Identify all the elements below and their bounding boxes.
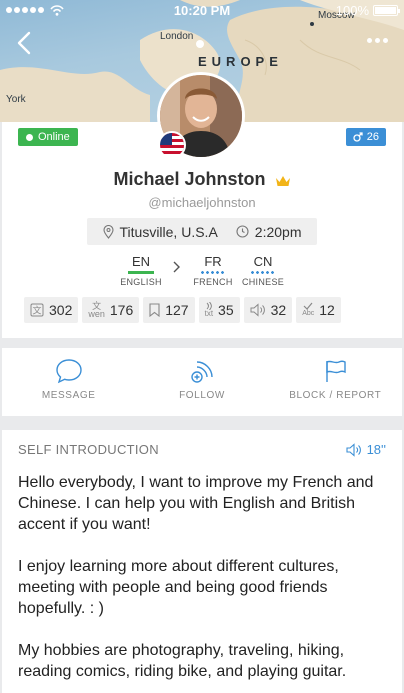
stat-translations[interactable]: 文 302 <box>24 297 79 323</box>
intro-paragraph: My hobbies are photography, traveling, h… <box>18 642 347 680</box>
languages-row: EN ENGLISH FR FRENCH CN CHINESE <box>0 254 404 287</box>
gender-count: 26 <box>366 131 379 143</box>
stat-value: 12 <box>319 302 335 318</box>
flag-icon <box>326 360 347 382</box>
stat-corrections[interactable]: Abc 12 <box>296 297 341 323</box>
crown-icon <box>275 175 290 186</box>
location-item: Titusville, U.S.A <box>102 223 218 240</box>
more-options-icon[interactable] <box>367 38 388 43</box>
stat-value: 32 <box>270 302 287 318</box>
language-code: CN <box>253 254 273 269</box>
stat-bookmarks[interactable]: 127 <box>143 297 195 323</box>
speaker-icon <box>346 442 361 457</box>
language-code: EN <box>131 254 151 269</box>
online-dot-icon <box>26 133 33 141</box>
speech-text-icon: txt <box>205 302 213 318</box>
local-time-text: 2:20pm <box>254 223 302 240</box>
intro-paragraph: Hello everybody, I want to improve my Fr… <box>18 474 374 533</box>
location-pin-icon <box>102 224 114 239</box>
local-time-item: 2:20pm <box>236 223 302 240</box>
map-location-pin <box>196 40 204 48</box>
stats-row: 文 302 文 wen 176 127 txt 35 32 Abc 12 <box>24 297 341 323</box>
speech-text-icon-label: txt <box>204 309 214 318</box>
map-dot-moscow <box>310 22 314 26</box>
block-report-button[interactable]: BLOCK / REPORT <box>269 348 402 416</box>
male-icon <box>353 132 363 142</box>
online-label: Online <box>38 131 70 143</box>
native-language: EN ENGLISH <box>116 254 166 287</box>
correction-icon-label: Abc <box>302 310 315 317</box>
usa-flag-icon <box>158 131 186 159</box>
wen-icon: 文 wen <box>88 302 105 319</box>
message-button[interactable]: MESSAGE <box>2 348 135 416</box>
map-city-york: York <box>6 94 26 105</box>
profile-handle: @michaeljohnston <box>148 195 256 210</box>
status-time: 10:20 PM <box>173 2 231 18</box>
translate-glyph: 文 <box>32 305 41 317</box>
follow-feed-icon <box>191 361 213 383</box>
intro-paragraph: I enjoy learning more about different cu… <box>18 558 339 617</box>
speaker-icon <box>250 303 265 317</box>
follow-button[interactable]: FOLLOW <box>135 348 268 416</box>
profile-actions: MESSAGE FOLLOW BLOCK / REPORT <box>2 348 402 416</box>
self-introduction-section: SELF INTRODUCTION 18'' Hello everybody, … <box>2 430 402 693</box>
stat-text-to-speech[interactable]: txt 35 <box>198 297 240 323</box>
language-code: FR <box>204 254 222 269</box>
stat-transliterations[interactable]: 文 wen 176 <box>82 297 140 323</box>
stat-value: 302 <box>49 302 73 318</box>
location-text: Titusville, U.S.A <box>119 223 218 240</box>
translate-icon: 文 <box>30 303 44 317</box>
clock-icon <box>236 225 249 238</box>
back-arrow-icon[interactable] <box>14 30 38 56</box>
follow-label: FOLLOW <box>179 390 225 401</box>
profile-name: Michael Johnston <box>113 169 266 189</box>
stat-voice[interactable]: 32 <box>243 297 293 323</box>
block-report-label: BLOCK / REPORT <box>289 390 382 401</box>
audio-duration: 18'' <box>366 442 386 457</box>
profile-name-row: Michael Johnston <box>0 169 404 190</box>
correction-icon: Abc <box>302 302 314 318</box>
map-region-label: EUROPE <box>198 54 283 69</box>
stat-value: 35 <box>218 302 234 318</box>
online-status-badge: Online <box>18 128 78 146</box>
intro-text: Hello everybody, I want to improve my Fr… <box>18 472 388 693</box>
stat-value: 176 <box>109 302 134 318</box>
learning-level-bar <box>250 271 276 274</box>
battery-icon <box>373 4 400 16</box>
stat-value: 127 <box>165 302 189 318</box>
section-heading: SELF INTRODUCTION <box>18 442 159 457</box>
gender-badge: 26 <box>345 128 386 146</box>
map-city-london: London <box>160 31 194 42</box>
learning-level-bar <box>200 271 226 274</box>
status-bar: 10:20 PM 100% <box>0 0 404 20</box>
chevron-right-icon <box>166 254 188 278</box>
wen-icon-label: wen <box>88 309 105 319</box>
language-name: FRENCH <box>193 277 233 287</box>
learning-language: CN CHINESE <box>238 254 288 287</box>
intro-audio-button[interactable]: 18'' <box>346 442 386 457</box>
native-level-bar <box>128 271 154 274</box>
learning-language: FR FRENCH <box>188 254 238 287</box>
bookmark-icon <box>149 303 160 317</box>
message-label: MESSAGE <box>41 390 96 401</box>
chat-bubble-icon <box>55 359 82 384</box>
language-name: ENGLISH <box>120 277 162 287</box>
location-time-box: Titusville, U.S.A 2:20pm <box>87 218 317 245</box>
language-name: CHINESE <box>241 277 285 287</box>
